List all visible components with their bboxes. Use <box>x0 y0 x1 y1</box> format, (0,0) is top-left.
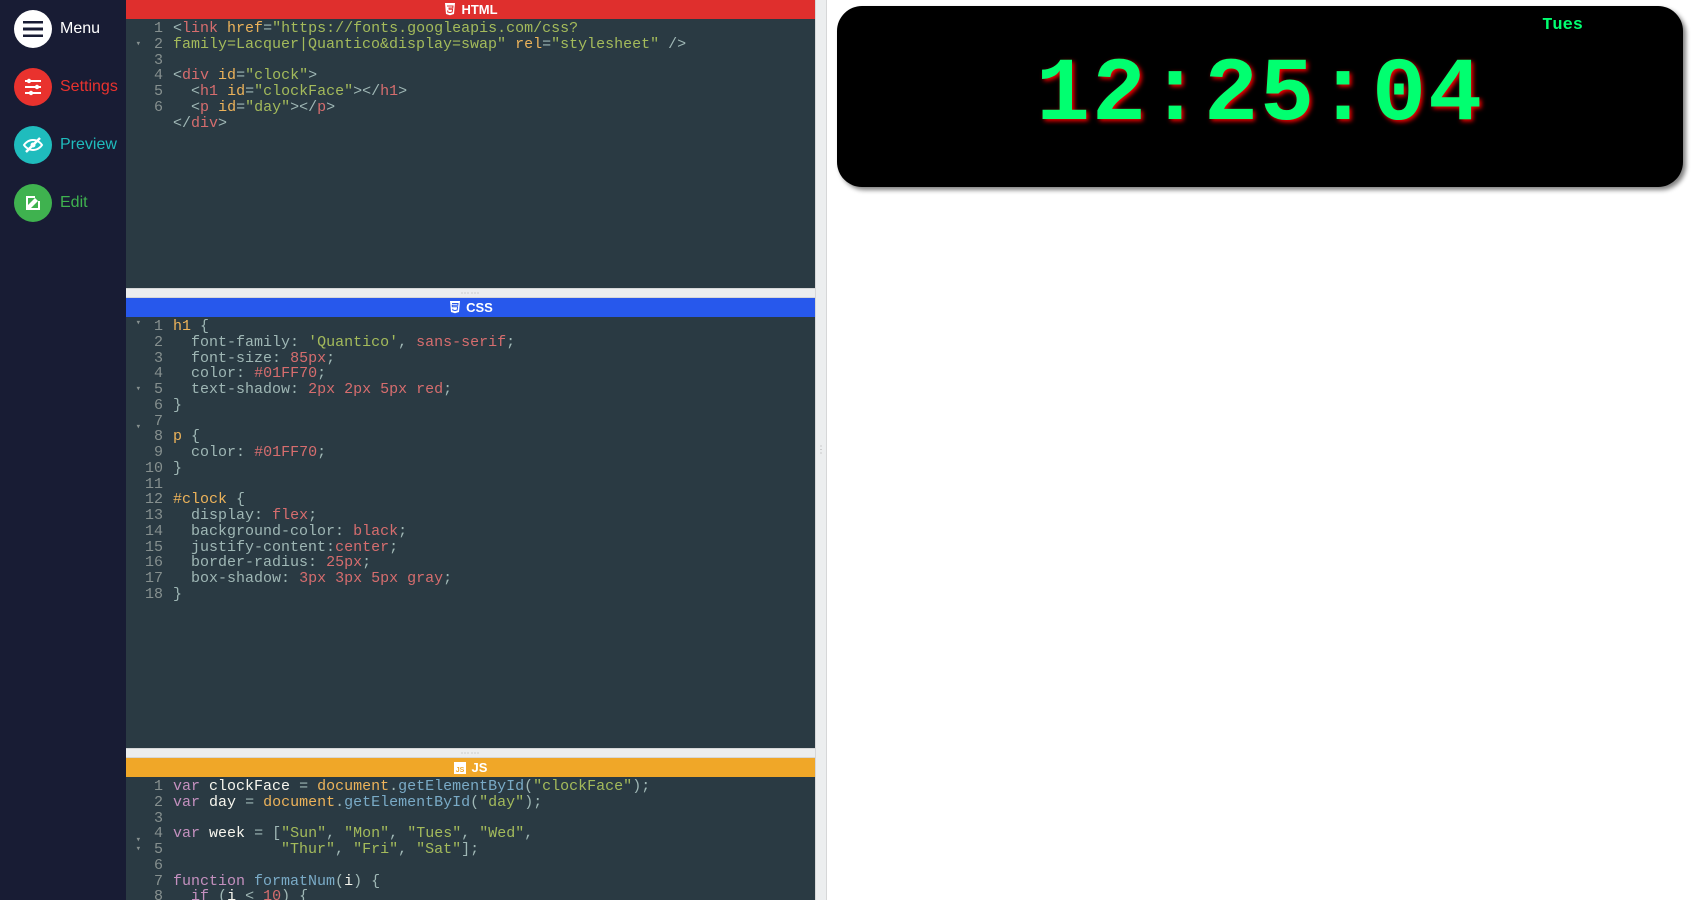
js-code[interactable]: var clockFace = document.getElementById(… <box>169 777 650 900</box>
resizer-html-css[interactable] <box>126 288 815 298</box>
pencil-square-icon <box>14 184 52 222</box>
css-code[interactable]: h1 { font-family: 'Quantico', sans-serif… <box>169 317 515 748</box>
html-code[interactable]: <link href="https://fonts.googleapis.com… <box>169 19 686 288</box>
html-fold-gutter[interactable]: ▾ <box>126 19 141 288</box>
css-editor[interactable]: ▾ ▾ ▾ 123456789101112131415161718 h1 { f… <box>126 317 815 748</box>
css-fold-gutter[interactable]: ▾ ▾ ▾ <box>126 317 141 748</box>
settings-label: Settings <box>60 78 118 96</box>
edit-label: Edit <box>60 194 88 212</box>
hamburger-icon <box>14 10 52 48</box>
js-pane-header[interactable]: JS JS <box>126 758 815 777</box>
css-line-numbers: 123456789101112131415161718 <box>141 317 169 748</box>
preview-label: Preview <box>60 136 117 154</box>
sliders-icon <box>14 68 52 106</box>
clock-widget: Tues 12:25:04 <box>837 6 1683 187</box>
css-pane-label: CSS <box>466 300 493 315</box>
css-pane-header[interactable]: CSS <box>126 298 815 317</box>
js-line-numbers: 1234567891011121314151617 <box>141 777 169 900</box>
svg-text:JS: JS <box>456 767 465 774</box>
resizer-css-js[interactable] <box>126 748 815 758</box>
js-pane-label: JS <box>472 760 488 775</box>
edit-button[interactable]: Edit <box>0 184 126 222</box>
menu-label: Menu <box>60 20 100 38</box>
menu-button[interactable]: Menu <box>0 10 126 48</box>
html-editor[interactable]: ▾ 123456 <link href="https://fonts.googl… <box>126 19 815 288</box>
js-editor[interactable]: ▾▾ ▾ 1234567891011121314151617 var clock… <box>126 777 815 900</box>
js-icon: JS <box>454 761 467 774</box>
css3-icon <box>448 301 461 314</box>
preview-button[interactable]: Preview <box>0 126 126 164</box>
resizer-editors-preview[interactable] <box>815 0 827 900</box>
sidebar: Menu Settings Preview Edit <box>0 0 126 900</box>
html-line-numbers: 123456 <box>141 19 169 288</box>
html5-icon <box>443 3 456 16</box>
editors-column: HTML ▾ 123456 <link href="https://fonts.… <box>126 0 815 900</box>
html-pane-header[interactable]: HTML <box>126 0 815 19</box>
settings-button[interactable]: Settings <box>0 68 126 106</box>
html-pane-label: HTML <box>461 2 497 17</box>
js-fold-gutter[interactable]: ▾▾ ▾ <box>126 777 141 900</box>
clock-day: Tues <box>1542 16 1583 35</box>
eye-off-icon <box>14 126 52 164</box>
preview-pane: Tues 12:25:04 <box>827 0 1693 900</box>
clock-face: 12:25:04 <box>877 45 1643 147</box>
